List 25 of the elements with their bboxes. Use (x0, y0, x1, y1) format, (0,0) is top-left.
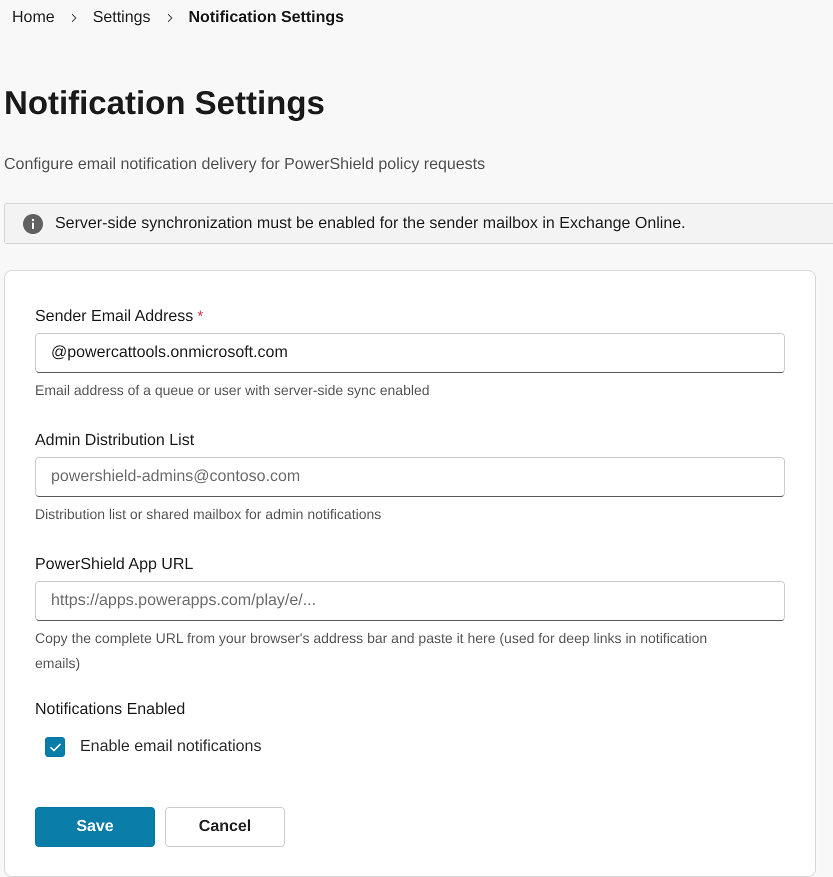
checkbox[interactable] (45, 737, 65, 757)
field-label: Admin Distribution List (35, 431, 194, 451)
help-text: Email address of a queue or user with server-side sync enabled (35, 381, 430, 400)
chevron-right-icon (70, 12, 77, 23)
breadcrumb-link[interactable]: Home (12, 6, 55, 30)
help-text: Copy the complete URL from your browser's address bar and paste it here (used for deep links in notification emails) (35, 629, 708, 673)
page-description: Configure email notification delivery for PowerShield policy requests (4, 155, 486, 176)
page-title: Notification Settings (4, 83, 325, 124)
cancel-button[interactable]: Cancel (165, 807, 285, 847)
text-input[interactable]: @powercattools.onmicrosoft.com (35, 333, 785, 373)
help-text: Distribution list or shared mailbox for admin notifications (35, 505, 382, 524)
info-icon (23, 214, 43, 234)
section-label: Notifications Enabled (35, 700, 186, 720)
save-button[interactable]: Save (35, 807, 155, 847)
field-label: Sender Email Address (35, 307, 194, 327)
text-input[interactable]: powershield-admins@contoso.com (35, 457, 785, 497)
text-input[interactable]: https://apps.powerapps.com/play/e/... (35, 581, 785, 621)
field-label: PowerShield App URL (35, 555, 194, 575)
checkbox-label[interactable]: Enable email notifications (80, 735, 262, 759)
check-icon (50, 742, 60, 752)
required-mark: * (197, 306, 204, 327)
breadcrumb-link[interactable]: Settings (92, 6, 150, 30)
info-message: Server-side synchronization must be enabled for the sender mailbox in Exchange Online. (55, 214, 686, 234)
chevron-right-icon (166, 12, 172, 23)
breadcrumb-current: Notification Settings (188, 8, 344, 28)
